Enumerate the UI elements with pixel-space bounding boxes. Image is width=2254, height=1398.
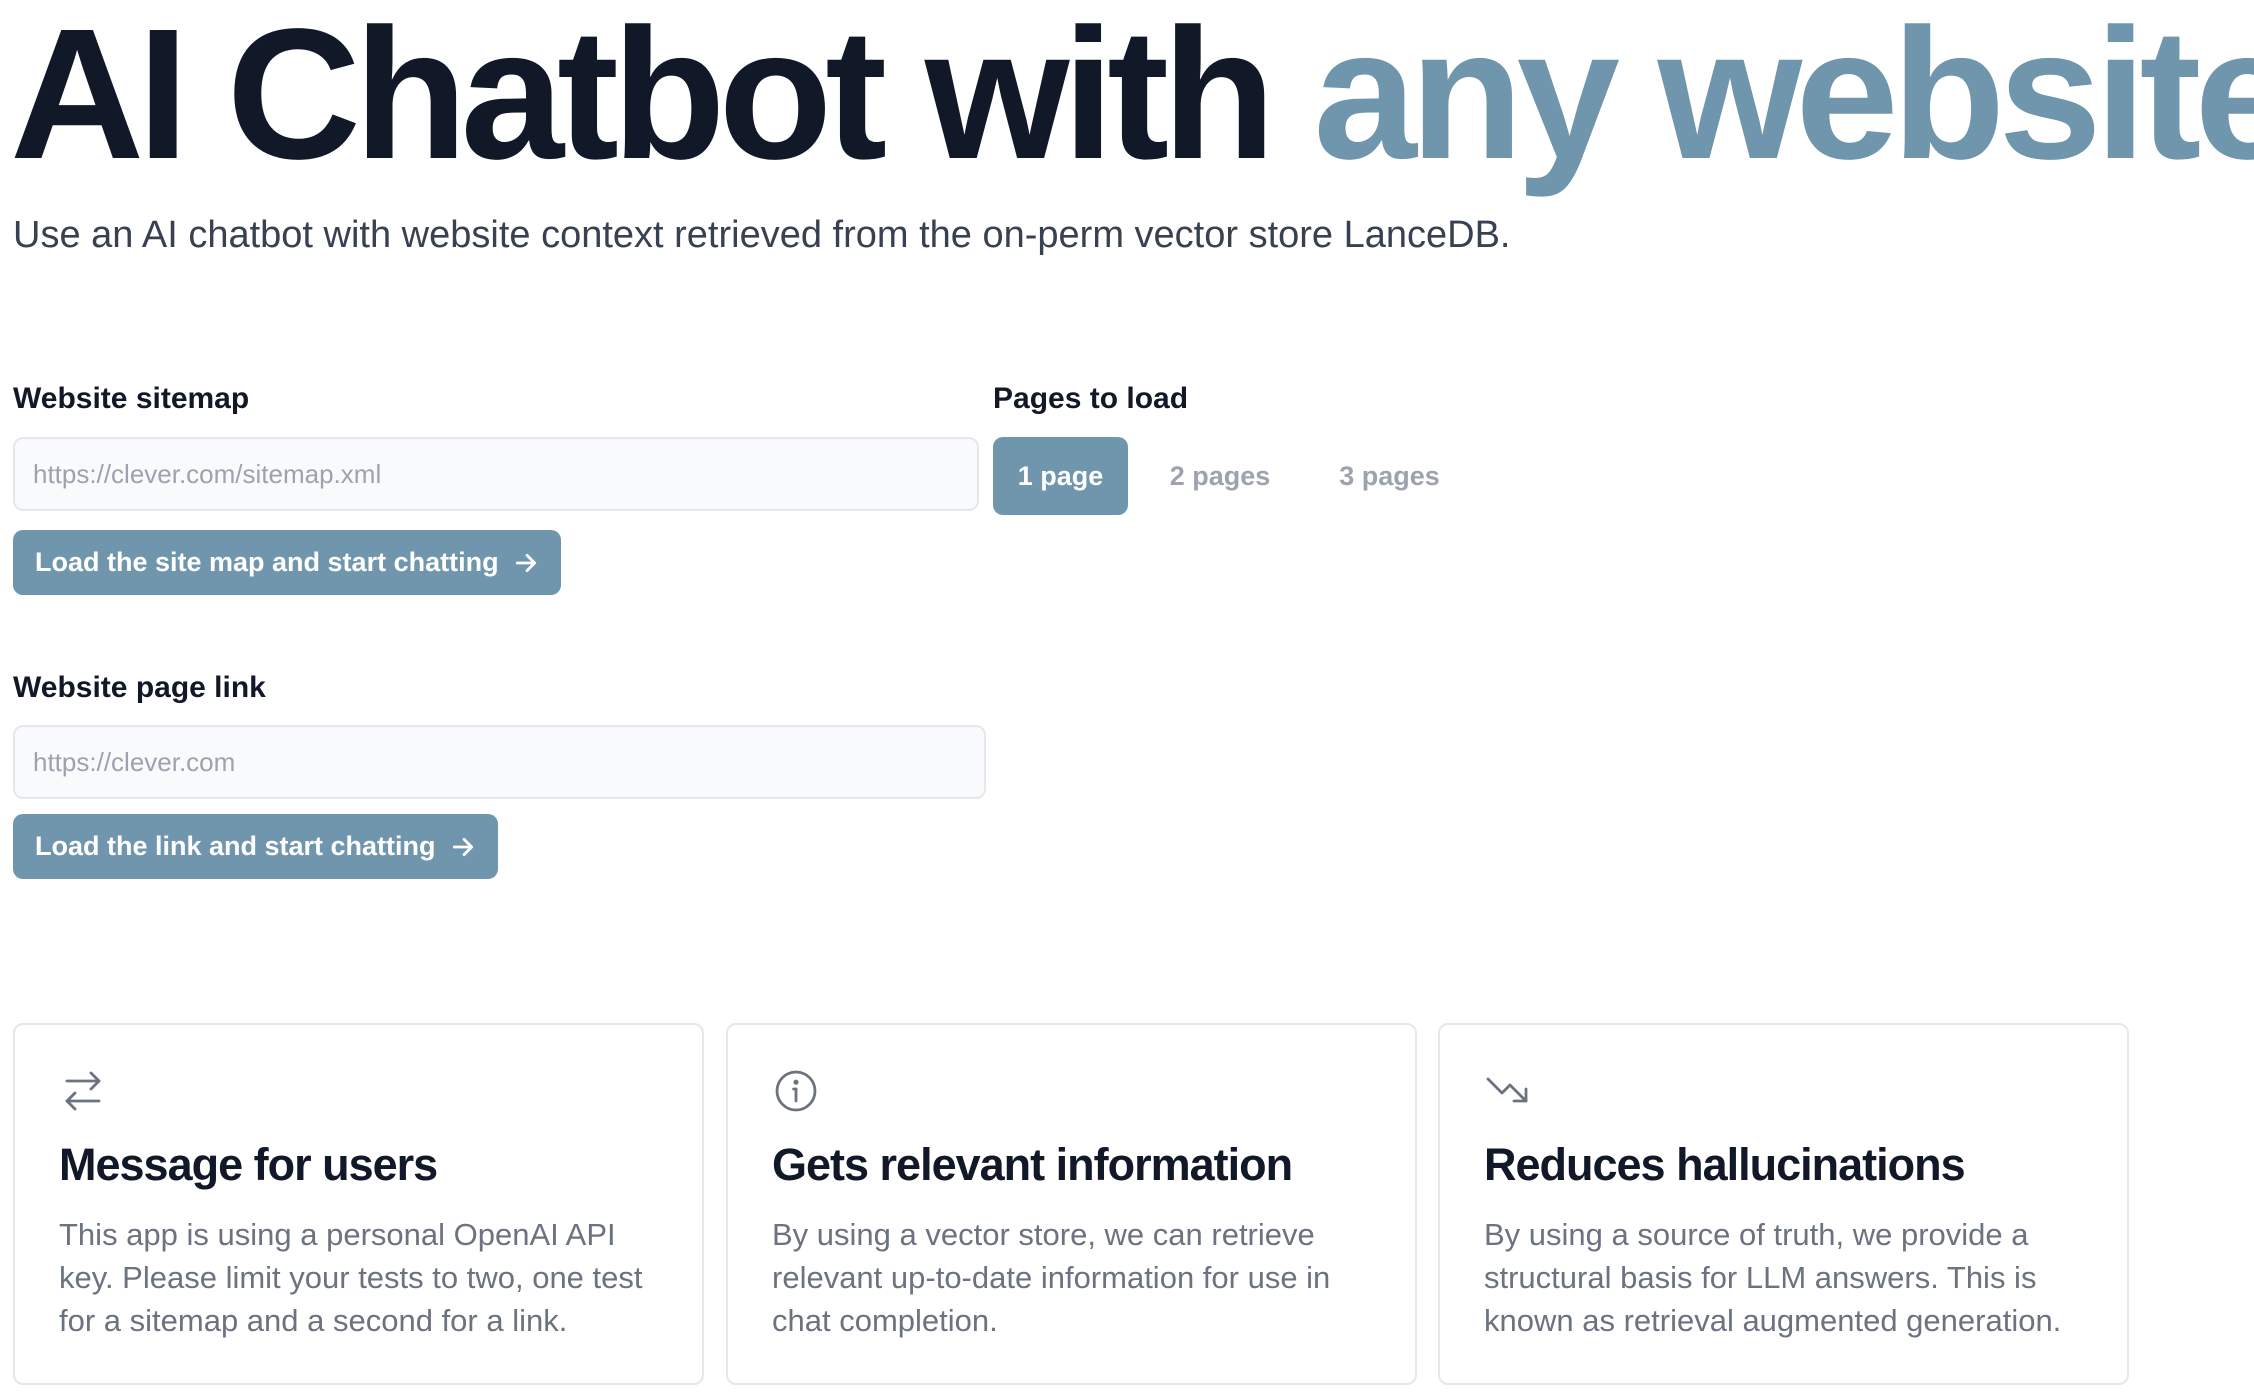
pages-option-3[interactable]: 3 pages bbox=[1312, 437, 1467, 515]
feature-text: This app is using a personal OpenAI API … bbox=[59, 1217, 643, 1338]
pages-to-load-label: Pages to load bbox=[993, 382, 1189, 415]
trending-down-icon bbox=[1484, 1067, 1532, 1115]
feature-card-message: Message for users This app is using a pe… bbox=[13, 1023, 704, 1385]
sitemap-input[interactable] bbox=[13, 437, 979, 511]
pages-to-load-selector: 1 page 2 pages 3 pages bbox=[993, 437, 1467, 515]
arrow-right-icon bbox=[450, 834, 476, 860]
load-sitemap-button[interactable]: Load the site map and start chatting bbox=[13, 530, 561, 595]
sitemap-label: Website sitemap bbox=[13, 382, 250, 415]
feature-title: Reduces hallucinations bbox=[1484, 1139, 1966, 1190]
pages-option-1[interactable]: 1 page bbox=[993, 437, 1128, 515]
pages-option-2[interactable]: 2 pages bbox=[1128, 437, 1312, 515]
arrows-swap-icon bbox=[59, 1067, 107, 1115]
feature-card-relevant-info: Gets relevant information By using a vec… bbox=[726, 1023, 1417, 1385]
load-sitemap-button-label: Load the site map and start chatting bbox=[35, 547, 499, 577]
title-main: AI Chatbot with bbox=[10, 0, 1314, 198]
title-accent: any website bbox=[1313, 0, 2254, 198]
feature-title: Gets relevant information bbox=[772, 1139, 1293, 1190]
page-subtitle: Use an AI chatbot with website context r… bbox=[13, 214, 1511, 256]
page-link-input[interactable] bbox=[13, 725, 986, 799]
page-title: AI Chatbot with any website bbox=[10, 0, 2254, 190]
feature-text: By using a vector store, we can retrieve… bbox=[772, 1217, 1331, 1338]
info-circle-icon bbox=[772, 1067, 820, 1115]
load-link-button[interactable]: Load the link and start chatting bbox=[13, 814, 498, 879]
feature-text: By using a source of truth, we provide a… bbox=[1484, 1217, 2062, 1338]
arrow-right-icon bbox=[513, 550, 539, 576]
feature-title: Message for users bbox=[59, 1139, 438, 1190]
page-link-label: Website page link bbox=[13, 671, 266, 704]
feature-card-hallucinations: Reduces hallucinations By using a source… bbox=[1438, 1023, 2129, 1385]
load-link-button-label: Load the link and start chatting bbox=[35, 831, 436, 861]
